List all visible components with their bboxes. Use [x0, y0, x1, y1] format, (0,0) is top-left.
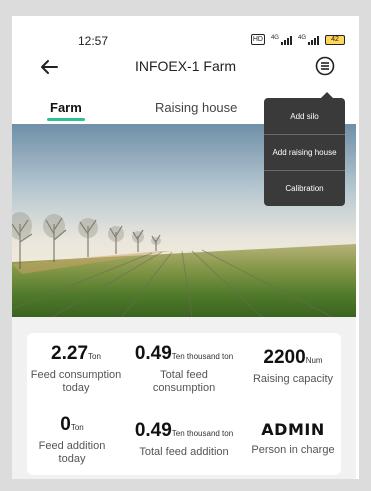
active-tab-indicator	[47, 118, 85, 121]
network-label-2: 4G	[297, 34, 306, 41]
stat-unit: Ten thousand ton	[171, 429, 234, 438]
stat-unit: Ton	[88, 352, 101, 361]
stat-total-feed-consumption: 0.49Ten thousand ton Total feed consumpt…	[123, 343, 245, 395]
stat-feed-consumption-today: 2.27Ton Feed consumption today	[27, 343, 125, 395]
stat-unit: Ton	[70, 423, 84, 432]
stat-value: 0.49	[134, 343, 172, 364]
stat-person-in-charge: ADMIN Person in charge	[245, 420, 341, 457]
menu-item-add-raising-house[interactable]: Add raising house	[264, 134, 345, 170]
signal-icon: 4G	[271, 35, 292, 45]
menu-lines-icon[interactable]	[315, 56, 335, 76]
stat-value: 2.27	[51, 343, 89, 364]
status-bar: 12:57 HD 4G 4G 42	[12, 16, 359, 48]
stat-label: Total feed consumption	[152, 369, 216, 394]
stat-label: Feed addition today	[38, 440, 106, 465]
stats-card: 2.27Ton Feed consumption today 0.49Ten t…	[27, 333, 341, 475]
battery-icon: 42	[325, 34, 345, 45]
status-icons: HD 4G 4G 42	[250, 34, 345, 45]
stat-label: Person in charge	[251, 444, 335, 456]
stats-area: 2.27Ton Feed consumption today 0.49Ten t…	[12, 317, 356, 479]
stat-value: 2200	[263, 347, 306, 368]
stat-unit: Num	[305, 356, 323, 365]
stat-value: 0	[60, 414, 71, 435]
status-time: 12:57	[78, 34, 109, 48]
stat-value: 0.49	[134, 420, 172, 441]
signal-icon-2: 4G	[298, 35, 319, 45]
options-menu: Add silo Add raising house Calibration	[264, 92, 345, 206]
stat-raising-capacity: 2200Num Raising capacity	[245, 347, 341, 386]
stat-label: Raising capacity	[252, 373, 334, 385]
stat-label: Total feed addition	[139, 446, 229, 458]
network-label: 4G	[270, 34, 279, 41]
stat-unit: Ten thousand ton	[171, 352, 234, 361]
menu-item-calibration[interactable]: Calibration	[264, 170, 345, 206]
tab-farm[interactable]: Farm	[50, 100, 82, 115]
stat-label: Feed consumption today	[30, 369, 122, 394]
hd-icon: HD	[250, 34, 265, 45]
stat-feed-addition-today: 0Ton Feed addition today	[27, 414, 117, 466]
stat-total-feed-addition: 0.49Ten thousand ton Total feed addition	[123, 420, 245, 459]
app-bar: INFOEX-1 Farm	[12, 52, 359, 82]
tab-raising-house[interactable]: Raising house	[155, 100, 237, 115]
page-title: INFOEX-1 Farm	[134, 58, 237, 74]
menu-item-add-silo[interactable]: Add silo	[264, 98, 345, 134]
phone-screen: 12:57 HD 4G 4G 42 INFOEX-1 Farm Farm Rai…	[12, 16, 359, 479]
stat-value: ADMIN	[261, 420, 325, 439]
